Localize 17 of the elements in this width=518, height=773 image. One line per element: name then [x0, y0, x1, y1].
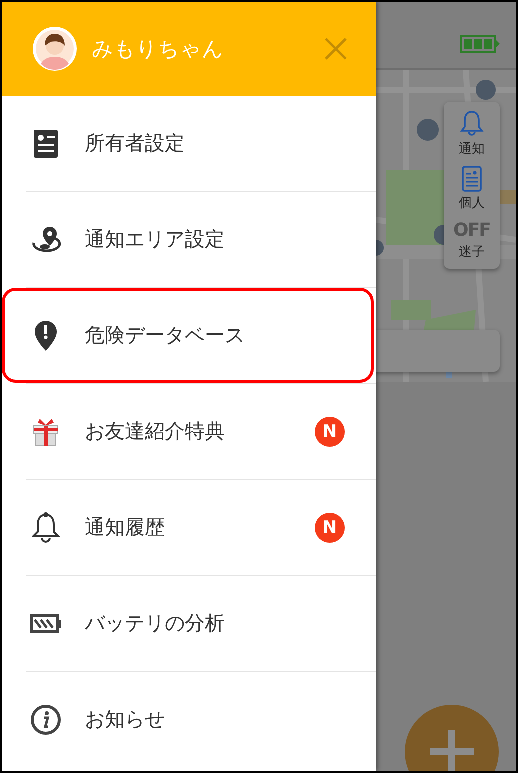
avatar-icon	[32, 26, 78, 72]
notify-button[interactable]: 通知	[459, 110, 485, 158]
new-badge: N	[315, 416, 345, 446]
gift-icon	[32, 416, 60, 446]
battery-level-icon	[460, 35, 500, 53]
profile-button[interactable]: 個人	[459, 166, 485, 212]
location-radar-icon	[30, 224, 62, 254]
bell-icon	[32, 512, 60, 544]
battery-icon	[30, 614, 62, 634]
user-name: みもりちゃん	[92, 36, 225, 63]
info-icon	[30, 704, 62, 736]
new-badge: N	[315, 512, 345, 542]
contact-card-icon	[33, 128, 59, 158]
bell-icon	[460, 110, 484, 138]
alert-pin-icon	[34, 320, 58, 352]
menu-item[interactable]: 危険データベース	[2, 288, 374, 383]
profile-card-icon	[462, 166, 482, 192]
